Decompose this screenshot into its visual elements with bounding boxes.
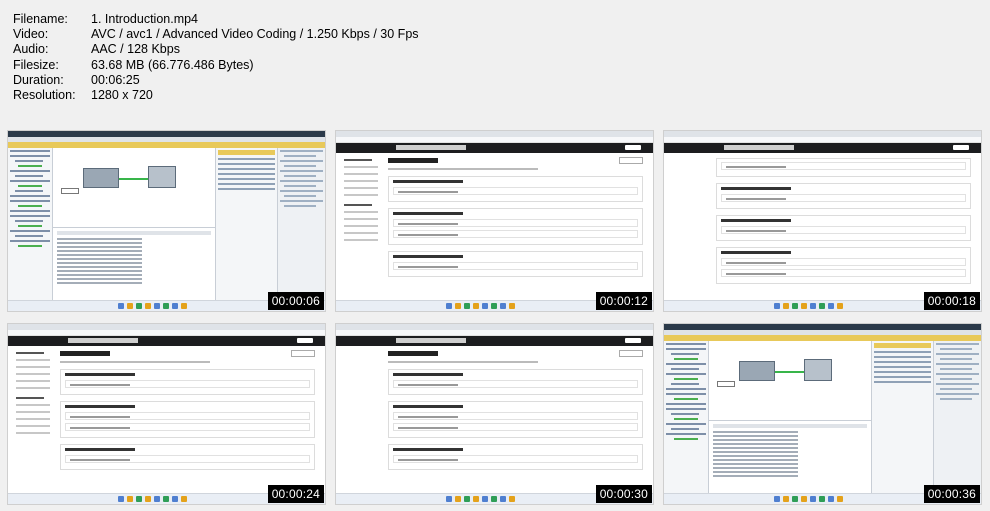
curriculum-panel <box>60 347 325 493</box>
file-info-value: 1280 x 720 <box>91 88 153 103</box>
file-info-row: Video: AVC / avc1 / Advanced Video Codin… <box>13 27 419 42</box>
properties-panel <box>215 148 277 300</box>
thumbnail-timestamp: 00:00:36 <box>923 485 980 503</box>
project-tree <box>664 341 709 493</box>
ide-body <box>664 341 981 493</box>
video-thumbnail[interactable]: 00:00:18 <box>663 130 982 312</box>
file-info-row: Filename: 1. Introduction.mp4 <box>13 12 419 27</box>
course-body <box>664 154 981 300</box>
video-thumbnail[interactable]: 00:00:24 <box>7 323 326 505</box>
file-info-label: Video: <box>13 27 49 42</box>
file-info-panel: Filename: 1. Introduction.mp4 Video: AVC… <box>13 12 419 103</box>
thumbnail-timestamp: 00:00:06 <box>267 292 324 310</box>
hardware-catalog <box>933 341 981 493</box>
course-body <box>8 347 325 493</box>
site-header <box>336 143 653 153</box>
file-info-value: 00:06:25 <box>91 72 140 87</box>
file-info-row: Duration: 00:06:25 <box>13 73 419 88</box>
thumbnail-timestamp: 00:00:30 <box>595 485 652 503</box>
video-thumbnail[interactable]: 00:00:30 <box>335 323 654 505</box>
site-header <box>336 336 653 346</box>
file-info-label: Resolution: <box>13 88 76 103</box>
thumbnail-timestamp: 00:00:12 <box>595 292 652 310</box>
course-body <box>336 154 653 300</box>
course-sidebar <box>8 347 60 493</box>
thumbnail-timestamp: 00:00:18 <box>923 292 980 310</box>
file-info-label: Filename: <box>13 12 68 26</box>
ide-body <box>8 148 325 300</box>
file-info-row: Resolution: 1280 x 720 <box>13 88 419 103</box>
video-thumbnail[interactable]: 00:00:12 <box>335 130 654 312</box>
thumbnail-grid: 00:00:06 00:00:12 00:00:18 00:00:24 00:0… <box>7 130 990 511</box>
ide-center <box>709 341 871 493</box>
curriculum-panel <box>388 154 653 300</box>
file-info-row: Audio: AAC / 128 Kbps <box>13 42 419 57</box>
file-info-label: Audio: <box>13 42 49 57</box>
properties-panel <box>871 341 933 493</box>
file-info-row: Filesize: 63.68 MB (66.776.486 Bytes) <box>13 58 419 73</box>
course-sidebar <box>336 347 388 493</box>
curriculum-panel <box>716 154 981 300</box>
course-sidebar <box>664 154 716 300</box>
file-info-value: 63.68 MB (66.776.486 Bytes) <box>91 57 254 72</box>
course-body <box>336 347 653 493</box>
info-list <box>709 421 871 493</box>
network-view <box>709 341 871 422</box>
curriculum-panel <box>388 347 653 493</box>
hardware-catalog <box>277 148 325 300</box>
video-thumbnail[interactable]: 00:00:36 <box>663 323 982 505</box>
course-sidebar <box>336 154 388 300</box>
network-view <box>53 148 215 229</box>
project-tree <box>8 148 53 300</box>
file-info-value: AVC / avc1 / Advanced Video Coding / 1.2… <box>91 27 419 42</box>
site-header <box>664 143 981 153</box>
file-info-label: Duration: <box>13 72 64 87</box>
video-thumbnail[interactable]: 00:00:06 <box>7 130 326 312</box>
ide-center <box>53 148 215 300</box>
site-header <box>8 336 325 346</box>
info-list <box>53 228 215 300</box>
thumbnail-timestamp: 00:00:24 <box>267 485 324 503</box>
file-info-value: 1. Introduction.mp4 <box>91 12 199 26</box>
file-info-value: AAC / 128 Kbps <box>91 42 180 57</box>
file-info-label: Filesize: <box>13 57 59 72</box>
